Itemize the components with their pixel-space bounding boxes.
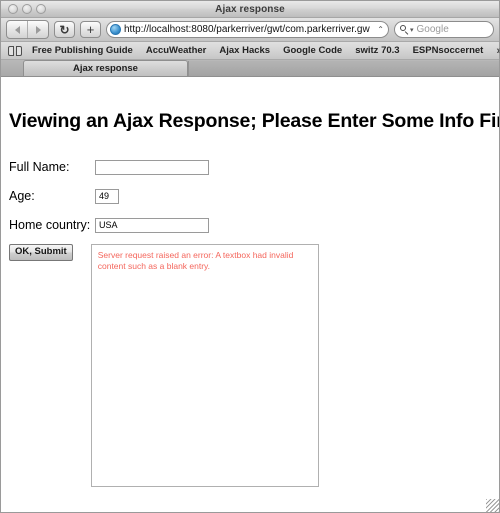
chevron-down-icon[interactable]: ▾ [410, 26, 414, 34]
forward-button[interactable] [27, 21, 48, 38]
bookmark-espnsoccernet[interactable]: ESPNsoccernet [413, 45, 484, 56]
bookmark-google-code[interactable]: Google Code [283, 45, 342, 56]
age-label: Age: [9, 189, 35, 203]
triangle-right-icon [35, 25, 41, 34]
triangle-left-icon [14, 25, 20, 34]
reload-button[interactable]: ↻ [54, 21, 75, 38]
error-message-text: Server request raised an error: A textbo… [97, 250, 294, 272]
full-name-label: Full Name: [9, 160, 70, 174]
search-box[interactable]: ▾ Google [394, 21, 494, 38]
back-button[interactable] [7, 21, 27, 38]
tab-label: Ajax response [73, 63, 138, 74]
bookmarks-bar: Free Publishing Guide AccuWeather Ajax H… [1, 42, 500, 60]
search-placeholder: Google [416, 24, 449, 35]
window-titlebar: Ajax response [1, 1, 499, 18]
navigation-buttons [6, 20, 49, 39]
submit-button[interactable]: OK, Submit [9, 244, 73, 261]
bookmark-ajax-hacks[interactable]: Ajax Hacks [219, 45, 270, 56]
add-bookmark-button[interactable]: + [80, 21, 101, 38]
tab-bar: Ajax response [1, 60, 499, 77]
full-name-input[interactable] [95, 159, 209, 175]
page-content: Viewing an Ajax Response; Please Enter S… [1, 77, 499, 512]
tab-ajax-response[interactable]: Ajax response [23, 60, 188, 76]
input-form: Full Name: Age: Home country: [1, 157, 499, 235]
book-icon[interactable] [8, 45, 22, 56]
address-bar[interactable]: http://localhost:8080/parkerriver/gwt/co… [106, 21, 389, 38]
ajax-response-panel: Server request raised an error: A textbo… [90, 244, 319, 487]
browser-window: Ajax response ↻ + http://localhost:8080/… [0, 0, 500, 513]
bookmarks-overflow-icon[interactable]: » [496, 45, 500, 57]
url-text: http://localhost:8080/parkerriver/gwt/co… [124, 24, 370, 35]
bookmark-accuweather[interactable]: AccuWeather [146, 45, 207, 56]
search-icon [400, 25, 409, 34]
form-row-age: Age: [9, 186, 499, 206]
submit-and-response-row: OK, Submit Server request raised an erro… [1, 244, 499, 487]
home-country-label: Home country: [9, 218, 91, 232]
plus-icon: + [86, 22, 95, 37]
age-input[interactable] [95, 188, 119, 204]
bookmark-switz-70-3[interactable]: switz 70.3 [355, 45, 399, 56]
window-title: Ajax response [215, 3, 285, 15]
bookmark-free-publishing-guide[interactable]: Free Publishing Guide [32, 45, 133, 56]
minimize-button[interactable] [22, 4, 32, 14]
reload-icon: ↻ [59, 22, 70, 37]
close-button[interactable] [8, 4, 18, 14]
window-controls [8, 4, 46, 14]
url-dropdown-icon[interactable]: ⌃ [377, 25, 384, 34]
page-title: Viewing an Ajax Response; Please Enter S… [9, 110, 499, 132]
form-row-home-country: Home country: [9, 215, 499, 235]
form-row-full-name: Full Name: [9, 157, 499, 177]
tab-bar-filler [188, 61, 499, 76]
site-favicon-icon [110, 24, 121, 35]
zoom-button[interactable] [36, 4, 46, 14]
home-country-input[interactable] [95, 217, 209, 233]
window-resize-grip[interactable] [486, 499, 499, 512]
browser-toolbar: ↻ + http://localhost:8080/parkerriver/gw… [1, 18, 499, 42]
